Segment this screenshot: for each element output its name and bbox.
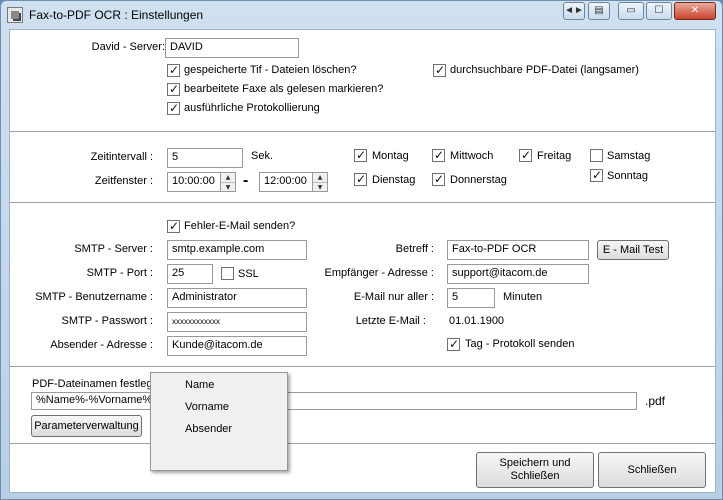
day-label-donnerstag: Donnerstag: [450, 174, 507, 186]
send-error-checkbox[interactable]: [167, 219, 180, 233]
ssl-checkbox[interactable]: [221, 267, 234, 280]
save-close-button[interactable]: Speichern und Schließen: [476, 452, 594, 488]
email-every-input[interactable]: 5: [447, 288, 495, 308]
menu-item-absender[interactable]: Absender: [185, 423, 232, 435]
daily-log-label: Tag - Protokoll senden: [465, 338, 575, 350]
verbose-log-checkbox[interactable]: [167, 101, 180, 115]
separator: [10, 443, 715, 445]
daily-log-checkbox[interactable]: [447, 337, 460, 351]
smtp-server-label: SMTP - Server :: [74, 243, 153, 255]
day-label-samstag: Samstag: [607, 150, 651, 162]
email-every-unit: Minuten: [503, 291, 543, 303]
title-bar: Fax-to-PDF OCR : Einstellungen ◄► ▤ ▭ ☐ …: [1, 1, 722, 29]
separator: [10, 366, 715, 368]
delete-tif-checkbox[interactable]: [167, 63, 180, 77]
settings-window: Fax-to-PDF OCR : Einstellungen ◄► ▤ ▭ ☐ …: [0, 0, 723, 500]
sender-label: Absender - Adresse :: [50, 339, 153, 351]
window-title: Fax-to-PDF OCR : Einstellungen: [29, 8, 204, 22]
day-label-dienstag: Dienstag: [372, 174, 416, 186]
spin-down-icon[interactable]: ▼: [313, 182, 327, 191]
menu-item-name[interactable]: Name: [185, 379, 214, 391]
interval-input[interactable]: 5: [167, 148, 243, 168]
email-test-button[interactable]: E - Mail Test: [597, 240, 669, 260]
day-checkbox-dienstag[interactable]: [354, 172, 367, 186]
smtp-pass-input[interactable]: xxxxxxxxxxxx: [167, 312, 307, 332]
app-icon: [7, 7, 23, 23]
recipient-input[interactable]: support@itacom.de: [447, 264, 589, 284]
verbose-log-label: ausführliche Protokollierung: [184, 102, 320, 114]
separator: [10, 202, 715, 204]
close-icon[interactable]: ✕: [674, 2, 716, 20]
day-label-freitag: Freitag: [537, 150, 572, 162]
smtp-user-input[interactable]: Administrator: [167, 288, 307, 308]
minimize-icon[interactable]: ▭: [618, 2, 644, 20]
interval-unit: Sek.: [251, 150, 274, 162]
send-error-label: Fehler-E-Mail senden?: [184, 220, 296, 232]
smtp-port-label: SMTP - Port :: [86, 267, 153, 279]
day-label-montag: Montag: [372, 150, 409, 162]
time-to-spinner[interactable]: ▲ ▼: [312, 172, 328, 192]
ssl-label: SSL: [238, 268, 259, 280]
day-checkbox-montag[interactable]: [354, 148, 367, 162]
last-email-value: 01.01.1900: [449, 315, 505, 327]
subject-input[interactable]: Fax-to-PDF OCR: [447, 240, 589, 260]
page-icon[interactable]: ▤: [588, 2, 610, 20]
day-checkbox-mittwoch[interactable]: [432, 148, 445, 162]
close-button[interactable]: Schließen: [598, 452, 706, 488]
day-label-sonntag: Sonntag: [607, 170, 648, 182]
time-from-spinner[interactable]: ▲ ▼: [220, 172, 236, 192]
spin-up-icon[interactable]: ▲: [221, 173, 235, 182]
david-server-input[interactable]: DAVID: [165, 38, 299, 58]
time-dash: -: [243, 172, 249, 189]
day-checkbox-donnerstag[interactable]: [432, 172, 445, 186]
parameter-management-button[interactable]: Parameterverwaltung: [31, 415, 142, 437]
david-server-label: David - Server:: [91, 41, 165, 53]
smtp-pass-label: SMTP - Passwort :: [61, 315, 153, 327]
time-to-input[interactable]: 12:00:00: [259, 172, 313, 192]
spin-up-icon[interactable]: ▲: [313, 173, 327, 182]
searchable-pdf-label: durchsuchbare PDF-Datei (langsamer): [450, 64, 639, 76]
separator: [10, 131, 715, 133]
pdf-extension: .pdf: [645, 394, 666, 408]
client-area: David - Server: DAVID gespeicherte Tif -…: [9, 29, 716, 493]
last-email-label: Letzte E-Mail :: [355, 315, 426, 327]
recipient-label: Empfänger - Adresse :: [324, 267, 434, 279]
nav-icon[interactable]: ◄►: [563, 2, 585, 20]
interval-label: Zeitintervall :: [90, 151, 153, 163]
smtp-user-label: SMTP - Benutzername :: [35, 291, 153, 303]
day-checkbox-sonntag[interactable]: [590, 168, 603, 182]
day-label-mittwoch: Mittwoch: [450, 150, 494, 162]
day-checkbox-freitag[interactable]: [519, 148, 532, 162]
email-every-label: E-Mail nur aller :: [353, 291, 434, 303]
searchable-pdf-checkbox[interactable]: [433, 63, 446, 77]
mark-read-label: bearbeitete Faxe als gelesen markieren?: [184, 83, 384, 95]
time-window-label: Zeitfenster :: [94, 175, 153, 187]
day-checkbox-samstag[interactable]: [590, 149, 603, 162]
sender-input[interactable]: Kunde@itacom.de: [167, 336, 307, 356]
time-from-input[interactable]: 10:00:00: [167, 172, 221, 192]
pdf-pattern-input[interactable]: %Name%-%Vorname%: [31, 392, 637, 410]
pdf-name-label: PDF-Dateinamen festlegen:: [32, 378, 168, 390]
parameter-context-menu: Name Vorname Absender: [150, 372, 288, 471]
delete-tif-label: gespeicherte Tif - Dateien löschen?: [184, 64, 357, 76]
mark-read-checkbox[interactable]: [167, 82, 180, 96]
smtp-server-input[interactable]: smtp.example.com: [167, 240, 307, 260]
spin-down-icon[interactable]: ▼: [221, 182, 235, 191]
menu-item-vorname[interactable]: Vorname: [185, 401, 229, 413]
maximize-icon[interactable]: ☐: [646, 2, 672, 20]
subject-label: Betreff :: [395, 243, 434, 255]
smtp-port-input[interactable]: 25: [167, 264, 213, 284]
